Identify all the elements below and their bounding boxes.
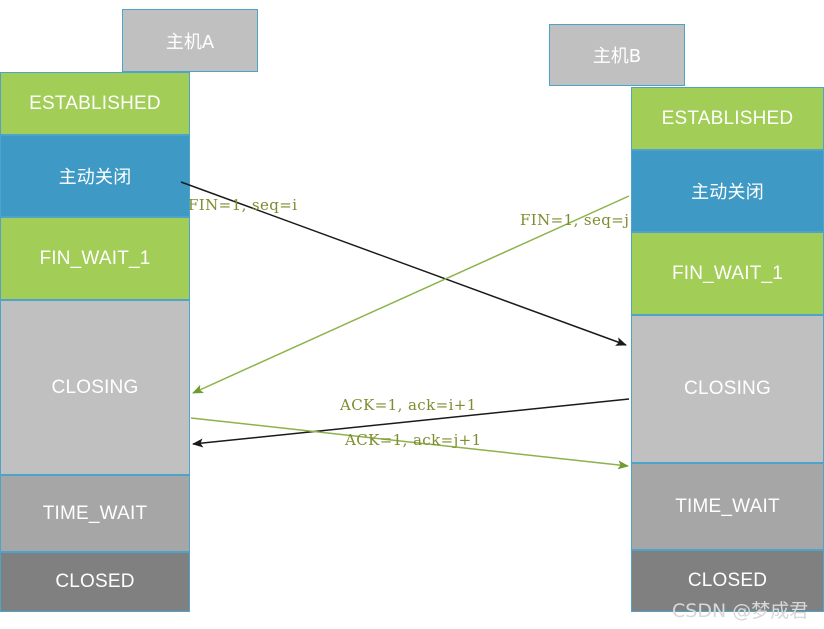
state-box-right-active-close: 主动关闭 [631, 150, 824, 232]
state-box-right-time-wait: TIME_WAIT [631, 463, 824, 550]
state-label: TIME_WAIT [675, 495, 780, 517]
host-a-label: 主机A [165, 31, 215, 53]
state-box-left-fin-wait-1: FIN_WAIT_1 [0, 217, 190, 300]
host-b-header: 主机B [549, 24, 685, 86]
state-label: CLOSING [684, 378, 771, 399]
state-label: ESTABLISHED [661, 107, 794, 129]
message-label-ack-j-plus-1: ACK=1, ack=j+1 [345, 431, 482, 449]
state-box-left-established: ESTABLISHED [0, 72, 190, 135]
message-label-fin-seq-j: FIN=1, seq=j [520, 211, 630, 229]
state-label: CLOSED [55, 571, 135, 592]
state-box-right-established: ESTABLISHED [631, 87, 824, 150]
csdn-watermark: CSDN @梦成君 [672, 600, 809, 622]
host-a-header: 主机A [122, 9, 258, 72]
tcp-simultaneous-close-diagram: 主机A 主机B ESTABLISHED 主动关闭 FIN_WAIT_1 CLOS… [0, 0, 824, 629]
state-label: FIN_WAIT_1 [39, 247, 151, 269]
state-box-left-closing: CLOSING [0, 300, 190, 475]
state-label: FIN_WAIT_1 [671, 262, 784, 284]
state-label: 主动关闭 [691, 182, 764, 203]
state-box-right-closing: CLOSING [631, 315, 824, 463]
state-label: CLOSED [687, 570, 768, 591]
state-box-left-closed: CLOSED [0, 552, 190, 612]
state-label: ESTABLISHED [29, 92, 161, 114]
state-box-left-active-close: 主动关闭 [0, 135, 190, 217]
state-label: 主动关闭 [58, 167, 132, 188]
state-box-left-time-wait: TIME_WAIT [0, 475, 190, 552]
message-label-ack-i-plus-1: ACK=1, ack=i+1 [340, 396, 477, 414]
state-label: TIME_WAIT [42, 502, 148, 524]
state-label: CLOSING [51, 376, 139, 398]
state-box-right-fin-wait-1: FIN_WAIT_1 [631, 232, 824, 315]
message-label-fin-seq-i: FIN=1, seq=i [188, 196, 298, 214]
host-b-label: 主机B [592, 46, 642, 67]
